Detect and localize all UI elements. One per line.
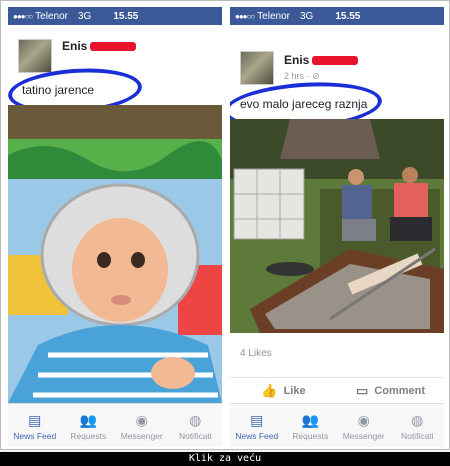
tab-label: Notificati [178,431,212,441]
network-type: 3G [77,10,92,22]
carrier-name: Telenor [257,10,290,22]
tab-label: Requests [70,431,107,441]
screenshot-frame: ●●●○○ Telenor 3G 15.55 Enis tatino jaren… [0,0,450,450]
like-label: Like [283,384,306,397]
likes-count[interactable]: 4 Likes [240,348,272,359]
tab-requests[interactable]: 👥 Requests [284,404,338,447]
tab-label: Notificati [400,431,434,441]
tab-label: News Feed [13,431,57,441]
tab-label: Requests [292,431,329,441]
avatar[interactable] [18,39,52,73]
author-name[interactable]: Enis [284,53,309,67]
bottom-tab-bar: ▤ News Feed 👥 Requests ◉ Messenger ◍ Not… [8,403,222,447]
signal-dots: ●●●○○ [235,11,255,21]
thumbs-up-icon: 👍 [261,382,278,398]
post-time: 2 hrs · ⊘ [284,71,320,81]
tab-label: Messenger [120,431,163,441]
like-button[interactable]: 👍 Like [230,383,337,399]
requests-icon: 👥 [79,412,97,428]
tab-news-feed[interactable]: ▤ News Feed [230,404,284,447]
status-bar: ●●●○○ Telenor 3G 15.55 [8,7,222,25]
tab-messenger[interactable]: ◉ Messenger [115,404,169,447]
news-feed-icon: ▤ [28,412,42,428]
globe-icon: ◍ [411,412,424,428]
signal-dots: ●●●○○ [13,11,33,21]
messenger-icon: ◉ [357,412,370,428]
left-phone-screen: ●●●○○ Telenor 3G 15.55 Enis tatino jaren… [8,7,222,447]
tab-notifications[interactable]: ◍ Notificati [169,404,223,447]
redaction-mark [312,56,358,65]
author-name[interactable]: Enis [62,39,87,53]
post-header: Enis tatino jarence [8,25,222,118]
post-header: Enis 2 hrs · ⊘ evo malo jareceg raznja [230,25,444,135]
comment-icon: ▭ [355,382,369,398]
tab-messenger[interactable]: ◉ Messenger [337,404,391,447]
tab-requests[interactable]: 👥 Requests [62,404,116,447]
clock: 15.55 [335,10,361,22]
redaction-mark [90,42,136,51]
roasting-photo-illustration [230,119,444,333]
messenger-icon: ◉ [135,412,148,428]
post-actions: 👍 Like ▭ Comment [230,377,444,403]
requests-icon: 👥 [301,412,319,428]
tab-label: News Feed [235,431,279,441]
comment-button[interactable]: ▭ Comment [337,383,444,399]
post-photo[interactable] [230,119,444,333]
tab-notifications[interactable]: ◍ Notificati [391,404,445,447]
right-phone-screen: ●●●○○ Telenor 3G 15.55 Enis 2 hrs · ⊘ ev… [230,7,444,447]
avatar[interactable] [240,51,274,85]
click-to-enlarge-caption[interactable]: Klik za veću [0,452,450,466]
carrier-name: Telenor [35,10,68,22]
baby-photo-illustration [8,105,222,403]
globe-icon: ◍ [189,412,202,428]
tab-label: Messenger [342,431,385,441]
status-bar: ●●●○○ Telenor 3G 15.55 [230,7,444,25]
tab-news-feed[interactable]: ▤ News Feed [8,404,62,447]
comment-label: Comment [374,384,426,397]
network-type: 3G [299,10,314,22]
clock: 15.55 [113,10,139,22]
news-feed-icon: ▤ [250,412,264,428]
post-photo[interactable] [8,105,222,403]
bottom-tab-bar: ▤ News Feed 👥 Requests ◉ Messenger ◍ Not… [230,403,444,447]
